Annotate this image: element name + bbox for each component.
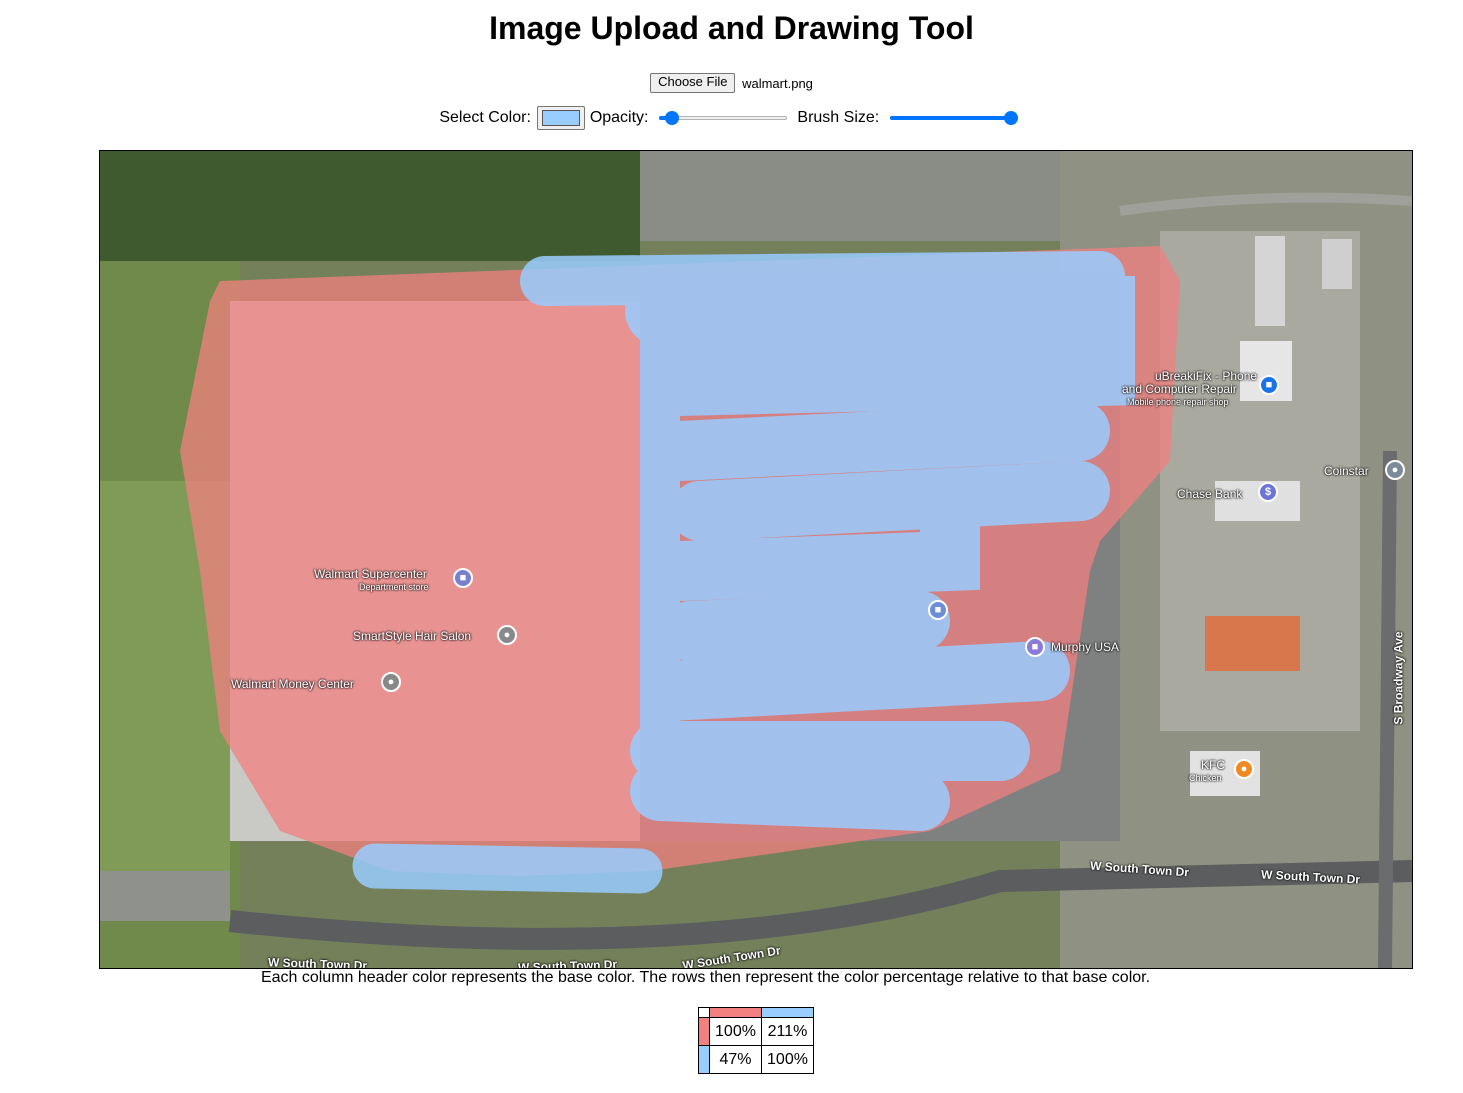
matrix-header-row <box>698 1007 814 1018</box>
matrix-corner-cell <box>698 1007 710 1018</box>
salon-pin-icon[interactable]: ● <box>497 625 517 645</box>
matrix-caption: Each column header color represents the … <box>260 969 1151 986</box>
matrix-column-header-color <box>709 1007 762 1018</box>
brush-size-label: Brush Size: <box>797 109 880 126</box>
gas-pin-icon[interactable]: ■ <box>1025 637 1045 657</box>
opacity-slider[interactable] <box>658 110 787 126</box>
bank-pin-icon[interactable]: $ <box>1258 482 1278 502</box>
map-label-walmart-supercenter-sub: Department store <box>359 582 429 592</box>
selected-file-name: walmart.png <box>742 75 813 91</box>
drawing-canvas[interactable]: Walmart Supercenter Department store ■ S… <box>99 150 1413 969</box>
repair-pin-icon[interactable]: ■ <box>1259 375 1279 395</box>
opacity-label: Opacity: <box>589 109 649 126</box>
restaurant-pin-icon[interactable]: ● <box>1234 759 1254 779</box>
matrix-cell: 100% <box>709 1017 762 1046</box>
color-label: Select Color: <box>439 109 531 126</box>
money-center-pin-icon[interactable]: ● <box>381 672 401 692</box>
map-label-breakifix-sub: Mobile phone repair shop <box>1127 397 1229 407</box>
map-label-coinstar: Coinstar <box>1324 464 1369 478</box>
map-image <box>100 151 1412 968</box>
brush-size-slider-fill <box>889 116 1012 120</box>
map-label-kfc-sub: Chicken <box>1189 773 1222 783</box>
matrix-column-header-color <box>761 1007 814 1018</box>
map-label-breakifix: uBreakiFix - Phone <box>1155 369 1258 383</box>
shopping-pin-icon[interactable]: ■ <box>453 568 473 588</box>
map-label-chase: Chase Bank <box>1177 487 1243 501</box>
matrix-row-header-color <box>698 1017 710 1046</box>
matrix-cell: 100% <box>761 1045 814 1074</box>
map-label-walmart-supercenter: Walmart Supercenter <box>314 567 427 581</box>
drawing-controls: Select Color: Opacity: Brush Size: <box>0 103 1463 133</box>
road-label-broadway: S Broadway Ave <box>1391 631 1406 725</box>
lot-pin-icon[interactable]: ■ <box>928 600 948 620</box>
opacity-slider-thumb[interactable] <box>664 111 679 125</box>
color-picker[interactable] <box>537 106 586 130</box>
file-upload-row: Choose File walmart.png <box>0 73 1463 93</box>
coinstar-pin-icon[interactable]: ● <box>1385 460 1405 480</box>
matrix-row: 47% 100% <box>698 1045 814 1074</box>
color-picker-swatch <box>542 110 581 126</box>
brush-size-slider-thumb[interactable] <box>1004 111 1019 125</box>
map-label-kfc: KFC <box>1201 758 1225 772</box>
page-title: Image Upload and Drawing Tool <box>489 10 974 46</box>
color-matrix-table: 100% 211% 47% 100% <box>698 1007 814 1074</box>
map-label-money-center: Walmart Money Center <box>231 677 354 691</box>
matrix-cell: 211% <box>761 1017 814 1046</box>
map-label-smartstyle: SmartStyle Hair Salon <box>353 629 472 643</box>
road-label-south-town-4: W South Town Dr <box>267 955 368 969</box>
map-label-murphy: Murphy USA <box>1051 640 1120 654</box>
choose-file-button[interactable]: Choose File <box>650 73 736 93</box>
matrix-row: 100% 211% <box>698 1017 814 1046</box>
matrix-row-header-color <box>698 1045 710 1074</box>
brush-size-slider[interactable] <box>889 110 1019 126</box>
matrix-cell: 47% <box>709 1045 762 1074</box>
map-label-breakifix-2: and Computer Repair <box>1122 382 1237 396</box>
